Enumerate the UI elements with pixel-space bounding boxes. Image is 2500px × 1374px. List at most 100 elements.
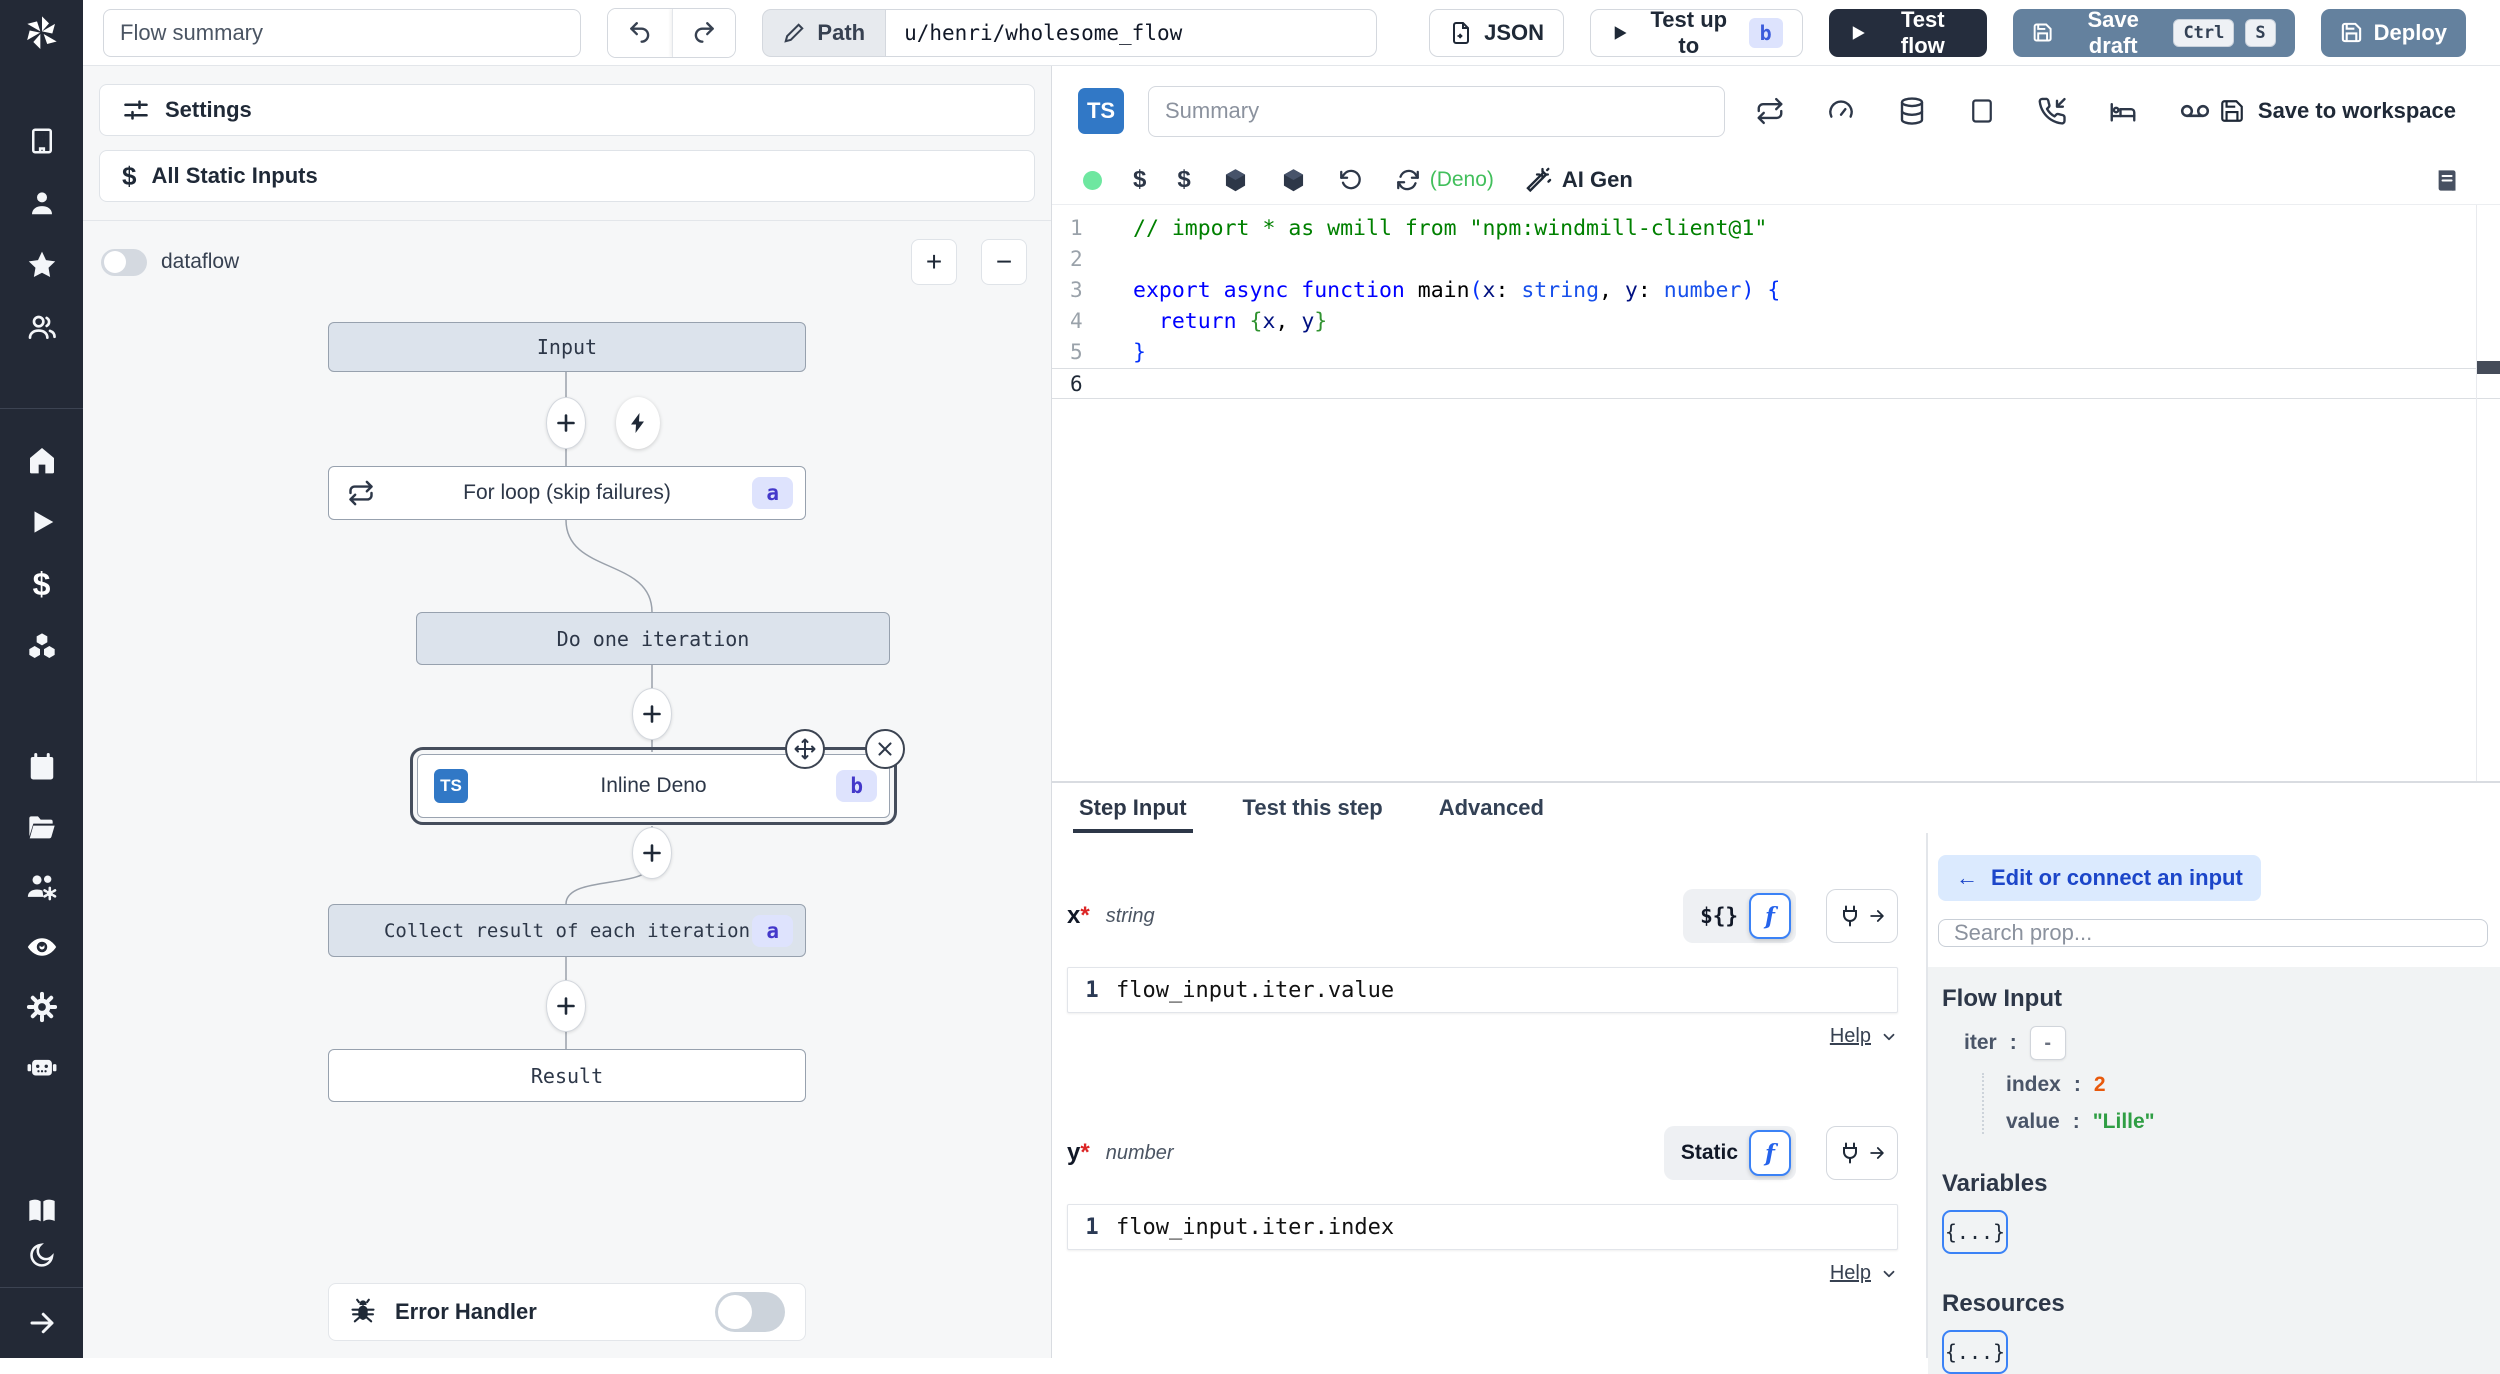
flow-node-forloop[interactable]: For loop (skip failures) a	[328, 466, 806, 520]
redo-button[interactable]	[671, 8, 736, 57]
sidebar-item-user[interactable]	[0, 172, 83, 234]
ai-gen-button[interactable]: AI Gen	[1525, 166, 1633, 194]
code-line-2[interactable]: 2	[1052, 244, 2500, 275]
test-up-to-label: Test up to	[1650, 6, 1728, 58]
sidebar-item-workspace[interactable]	[0, 110, 83, 172]
flow-node-input[interactable]: Input	[328, 322, 806, 372]
move-step-handle[interactable]	[785, 729, 825, 769]
sidebar-item-docs[interactable]	[0, 1189, 83, 1233]
field-y-mode-toggle[interactable]: Static f	[1663, 1126, 1796, 1180]
sidebar-expand-button[interactable]	[0, 1288, 83, 1358]
sidebar-item-dark-mode[interactable]	[0, 1233, 83, 1277]
script-library-icon[interactable]	[2433, 167, 2460, 194]
sidebar-item-resources[interactable]	[0, 615, 83, 677]
sidebar-item-folders[interactable]	[0, 797, 83, 857]
chevron-down-icon[interactable]	[1880, 1028, 1898, 1046]
flow-node-inline-deno[interactable]: TS Inline Deno b	[410, 729, 905, 825]
add-step-button-1[interactable]	[546, 397, 586, 449]
phone-incoming-suspend-icon[interactable]	[2037, 96, 2067, 126]
sidebar-item-variables[interactable]: $	[0, 553, 83, 615]
sidebar-item-schedules[interactable]	[0, 737, 83, 797]
delete-step-button[interactable]	[865, 729, 905, 769]
sidebar-item-ai[interactable]	[0, 1037, 83, 1097]
function-mode-button[interactable]: f	[1749, 893, 1791, 939]
variables-expand-button[interactable]: {...}	[1942, 1210, 2008, 1254]
variable-picker-icon[interactable]: $	[1133, 166, 1146, 194]
field-x-connect-button[interactable]	[1826, 889, 1898, 943]
function-mode-button[interactable]: f	[1749, 1130, 1791, 1176]
tab-test-this-step[interactable]: Test this step	[1243, 783, 1383, 833]
resource-picker-icon[interactable]: $	[1177, 166, 1190, 194]
sidebar-item-workers[interactable]	[0, 857, 83, 917]
field-y-connect-button[interactable]	[1826, 1126, 1898, 1180]
chevron-down-icon[interactable]	[1880, 1265, 1898, 1283]
prop-value-row[interactable]: value : "Lille"	[2006, 1110, 2500, 1134]
sidebar-item-audit[interactable]	[0, 917, 83, 977]
test-up-to-button[interactable]: Test up to b	[1590, 6, 1803, 58]
kbd-ctrl: Ctrl	[2173, 18, 2235, 47]
dataflow-toggle[interactable]	[101, 248, 147, 276]
code-line-3[interactable]: 3 export async function main(x: string, y…	[1052, 275, 2500, 306]
code-line-5[interactable]: 5}	[1052, 337, 2500, 368]
trigger-button[interactable]	[616, 397, 660, 449]
field-y-expression-editor[interactable]: 1 flow_input.iter.index	[1067, 1204, 1898, 1250]
square-mock-icon[interactable]	[1968, 97, 1996, 125]
save-draft-button[interactable]: Save draft Ctrl S	[2012, 7, 2295, 58]
sidebar-item-groups[interactable]	[0, 296, 83, 358]
code-line-4[interactable]: 4 return {x, y}	[1052, 306, 2500, 337]
flow-settings-button[interactable]: Settings	[99, 84, 1035, 136]
voicemail-icon[interactable]	[2179, 95, 2211, 127]
prop-index-row[interactable]: index : 2	[2006, 1073, 2500, 1097]
error-handler-card[interactable]: Error Handler	[328, 1283, 806, 1341]
save-to-workspace-button[interactable]: Save to workspace	[2219, 98, 2456, 124]
path-value[interactable]: u/henri/wholesome_flow	[885, 8, 1378, 57]
sidebar-item-home[interactable]	[0, 429, 83, 491]
flow-node-do-iteration[interactable]: Do one iteration	[416, 612, 890, 665]
json-button[interactable]: JSON	[1429, 8, 1565, 57]
sidebar-item-runs[interactable]	[0, 491, 83, 553]
tab-step-input[interactable]: Step Input	[1073, 783, 1193, 833]
help-link[interactable]: Help	[1830, 1025, 1871, 1048]
resources-expand-button[interactable]: {...}	[1942, 1330, 2008, 1374]
flow-node-collect[interactable]: Collect result of each iteration a	[328, 904, 806, 957]
prop-iter-row[interactable]: iter : -	[1964, 1026, 2500, 1060]
sidebar-item-favorites[interactable]	[0, 234, 83, 296]
flow-summary-input[interactable]	[103, 8, 582, 57]
help-link[interactable]: Help	[1830, 1262, 1871, 1285]
windmill-logo[interactable]	[0, 0, 83, 66]
undo-button[interactable]	[608, 8, 672, 57]
code-line-6[interactable]: 6	[1052, 368, 2500, 399]
code-editor[interactable]: 1 // import * as wmill from "npm:windmill…	[1052, 204, 2500, 781]
field-x-expression-editor[interactable]: 1 flow_input.iter.value	[1067, 967, 1898, 1013]
bed-sleep-icon[interactable]	[2108, 96, 2138, 126]
repeat-retries-icon[interactable]	[1755, 96, 1785, 126]
database-cache-icon[interactable]	[1897, 96, 1927, 126]
edit-or-connect-button[interactable]: ← Edit or connect an input	[1938, 855, 2261, 901]
all-static-inputs-button[interactable]: $ All Static Inputs	[99, 150, 1035, 202]
step-summary-input[interactable]	[1148, 85, 1725, 137]
zoom-in-button[interactable]: +	[911, 239, 957, 285]
package-icon-2[interactable]	[1280, 167, 1307, 194]
add-step-button-2[interactable]	[632, 688, 672, 740]
reload-deno-button[interactable]: (Deno)	[1395, 167, 1494, 193]
error-handler-toggle[interactable]	[715, 1292, 785, 1332]
add-step-button-3[interactable]	[632, 827, 672, 879]
sidebar-item-settings[interactable]	[0, 977, 83, 1037]
add-step-button-4[interactable]	[546, 980, 586, 1032]
tab-advanced[interactable]: Advanced	[1439, 783, 1544, 833]
prop-index-key: index	[2006, 1073, 2061, 1096]
zoom-out-button[interactable]: −	[981, 239, 1027, 285]
rotate-ccw-reset-icon[interactable]	[1338, 167, 1364, 193]
collapse-toggle[interactable]: -	[2029, 1026, 2066, 1060]
deploy-button[interactable]: Deploy	[2320, 8, 2466, 57]
code-line-1[interactable]: 1 // import * as wmill from "npm:windmill…	[1052, 213, 2500, 244]
editor-scrollbar-thumb[interactable]	[2477, 361, 2500, 374]
line-number: 3	[1070, 278, 1083, 302]
flow-node-result[interactable]: Result	[328, 1049, 806, 1102]
edit-path-button[interactable]: Path	[762, 8, 886, 57]
package-icon[interactable]	[1222, 167, 1249, 194]
field-x-mode-toggle[interactable]: ${} f	[1683, 889, 1796, 943]
search-prop-input[interactable]	[1938, 919, 2488, 947]
gauge-icon[interactable]	[1826, 96, 1856, 126]
test-flow-button[interactable]: Test flow	[1828, 7, 1987, 58]
